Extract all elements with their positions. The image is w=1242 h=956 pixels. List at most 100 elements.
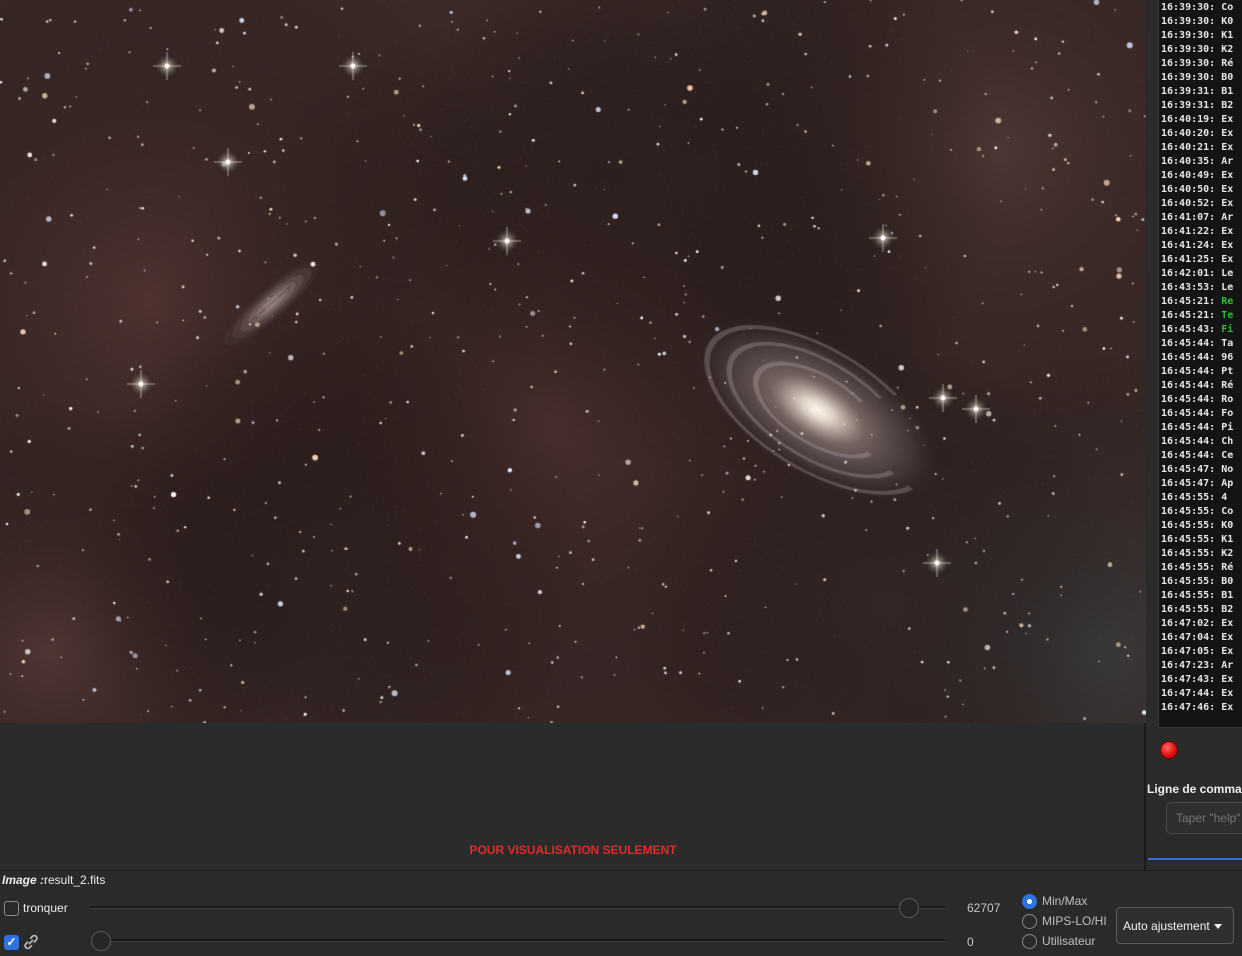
log-message: B2 xyxy=(1221,100,1234,111)
radio-minmax[interactable] xyxy=(1022,894,1037,909)
log-line: 16:39:30: K0 xyxy=(1159,15,1242,29)
log-time: 16:40:49: xyxy=(1161,170,1216,181)
log-message: Ex xyxy=(1221,128,1234,139)
log-time: 16:47:46: xyxy=(1161,702,1216,713)
log-time: 16:47:05: xyxy=(1161,646,1216,657)
log-line: 16:45:44: Ch xyxy=(1159,435,1242,449)
log-message: Pt xyxy=(1221,366,1234,377)
image-viewer[interactable]: POUR VISUALISATION SEULEMENT xyxy=(0,0,1146,870)
log-message: Ar xyxy=(1221,212,1234,223)
log-message: Fi xyxy=(1221,324,1234,335)
log-line: 16:39:31: B2 xyxy=(1159,99,1242,113)
log-line: 16:41:07: Ar xyxy=(1159,211,1242,225)
log-message: B2 xyxy=(1221,604,1234,615)
log-time: 16:47:43: xyxy=(1161,674,1216,685)
log-time: 16:40:21: xyxy=(1161,142,1216,153)
log-time: 16:45:44: xyxy=(1161,450,1216,461)
log-message: Ar xyxy=(1221,156,1234,167)
log-line: 16:42:01: Le xyxy=(1159,267,1242,281)
log-line: 16:40:50: Ex xyxy=(1159,183,1242,197)
log-message: K0 xyxy=(1221,520,1234,531)
log-time: 16:39:31: xyxy=(1161,86,1216,97)
min-slider-track[interactable] xyxy=(90,939,946,942)
log-line: 16:45:55: K2 xyxy=(1159,547,1242,561)
log-time: 16:45:44: xyxy=(1161,422,1216,433)
log-time: 16:39:30: xyxy=(1161,58,1216,69)
log-time: 16:45:55: xyxy=(1161,506,1216,517)
min-value: 0 xyxy=(967,935,974,949)
log-time: 16:40:52: xyxy=(1161,198,1216,209)
radio-mips[interactable] xyxy=(1022,914,1037,929)
log-time: 16:45:44: xyxy=(1161,436,1216,447)
preview-only-notice: POUR VISUALISATION SEULEMENT xyxy=(469,843,677,857)
log-time: 16:45:47: xyxy=(1161,464,1216,475)
log-time: 16:40:35: xyxy=(1161,156,1216,167)
log-message: Fo xyxy=(1221,408,1234,419)
log-time: 16:39:30: xyxy=(1161,2,1216,13)
log-time: 16:45:55: xyxy=(1161,492,1216,503)
crop-label: tronquer xyxy=(23,901,68,915)
log-time: 16:45:44: xyxy=(1161,366,1216,377)
max-slider-track[interactable] xyxy=(90,906,946,909)
log-message: Re xyxy=(1221,296,1234,307)
log-line: 16:40:20: Ex xyxy=(1159,127,1242,141)
log-message: Le xyxy=(1221,268,1234,279)
log-console[interactable]: 16:39:30: Co 16:39:30: K0 16:39:30: K1 16:3… xyxy=(1158,0,1242,728)
chevron-down-icon xyxy=(1213,923,1222,929)
log-message: K1 xyxy=(1221,534,1234,545)
link-icon xyxy=(24,934,38,950)
log-line: 16:47:44: Ex xyxy=(1159,687,1242,701)
log-time: 16:45:44: xyxy=(1161,352,1216,363)
auto-adjust-dropdown[interactable]: Auto ajustement xyxy=(1116,907,1234,944)
command-input[interactable] xyxy=(1166,802,1242,834)
focus-underline xyxy=(1148,858,1242,860)
log-time: 16:45:55: xyxy=(1161,520,1216,531)
log-message: Ré xyxy=(1221,380,1234,391)
log-line: 16:40:35: Ar xyxy=(1159,155,1242,169)
log-message: 96 xyxy=(1221,352,1234,363)
console-panel: 16:39:30: Co 16:39:30: K0 16:39:30: K1 16:3… xyxy=(1147,0,1242,870)
log-time: 16:39:31: xyxy=(1161,100,1216,111)
log-line: 16:40:52: Ex xyxy=(1159,197,1242,211)
max-slider-thumb[interactable] xyxy=(899,898,920,918)
crop-checkbox[interactable] xyxy=(4,901,19,916)
log-line: 16:47:23: Ar xyxy=(1159,659,1242,673)
log-time: 16:41:25: xyxy=(1161,254,1216,265)
log-message: Ex xyxy=(1221,646,1234,657)
log-message: Ex xyxy=(1221,142,1234,153)
image-name-label: Image :result_2.fits xyxy=(2,873,105,887)
stop-button[interactable] xyxy=(1160,741,1178,759)
log-message: Ré xyxy=(1221,58,1234,69)
radio-user[interactable] xyxy=(1022,934,1037,949)
log-line: 16:41:22: Ex xyxy=(1159,225,1242,239)
command-line-label: Ligne de commande xyxy=(1147,782,1242,796)
log-line: 16:41:24: Ex xyxy=(1159,239,1242,253)
log-line: 16:39:30: K2 xyxy=(1159,43,1242,57)
radio-user-label: Utilisateur xyxy=(1042,934,1096,948)
log-line: 16:43:53: Le xyxy=(1159,281,1242,295)
link-checkbox[interactable]: ✓ xyxy=(4,935,19,950)
radio-minmax-label: Min/Max xyxy=(1042,894,1088,908)
log-message: Ex xyxy=(1221,240,1234,251)
log-message: Ex xyxy=(1221,618,1234,629)
log-line: 16:45:55: B2 xyxy=(1159,603,1242,617)
log-line: 16:40:21: Ex xyxy=(1159,141,1242,155)
log-line: 16:40:19: Ex xyxy=(1159,113,1242,127)
log-time: 16:45:21: xyxy=(1161,310,1216,321)
log-line: 16:39:30: B0 xyxy=(1159,71,1242,85)
log-line: 16:47:46: Ex xyxy=(1159,701,1242,715)
log-message: Ex xyxy=(1221,226,1234,237)
log-time: 16:45:55: xyxy=(1161,562,1216,573)
log-time: 16:40:20: xyxy=(1161,128,1216,139)
log-line: 16:47:04: Ex xyxy=(1159,631,1242,645)
log-line: 16:45:47: Ap xyxy=(1159,477,1242,491)
min-slider-thumb[interactable] xyxy=(91,931,111,951)
log-time: 16:45:55: xyxy=(1161,534,1216,545)
log-message: Ex xyxy=(1221,688,1234,699)
astro-image[interactable] xyxy=(0,0,1146,723)
log-time: 16:39:30: xyxy=(1161,72,1216,83)
log-message: Ex xyxy=(1221,702,1234,713)
log-line: 16:47:02: Ex xyxy=(1159,617,1242,631)
log-message: Co xyxy=(1221,2,1234,13)
log-line: 16:45:44: 96 xyxy=(1159,351,1242,365)
